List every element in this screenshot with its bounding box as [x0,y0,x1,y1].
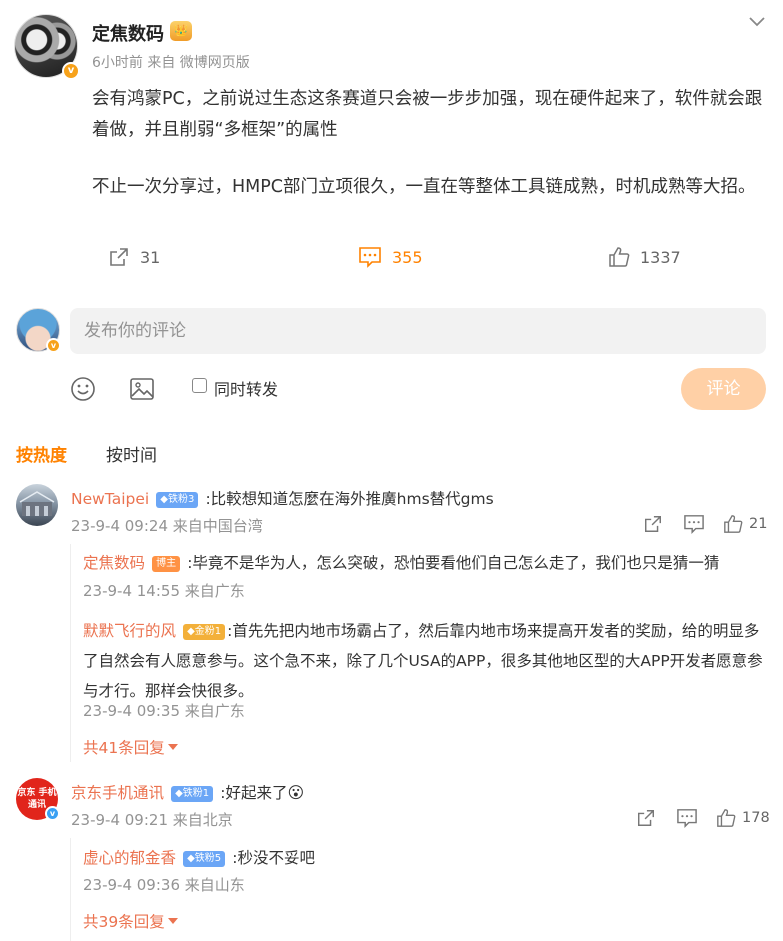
submit-comment-button[interactable]: 评论 [681,368,766,410]
repost-button[interactable]: 31 [108,246,160,268]
comment-button[interactable]: 355 [358,246,423,268]
tab-time[interactable]: 按时间 [106,441,157,466]
comment-input[interactable]: 发布你的评论 [70,308,766,354]
reply-author[interactable]: 虚心的郁金香 [83,849,176,867]
comment-icon[interactable] [683,514,705,534]
comment-text: :比較想知道怎麼在海外推廣hms替代gms [205,490,494,508]
like-button[interactable]: 1337 [608,246,681,268]
post-paragraph-2: 不止一次分享过，HMPC部门立项很久，一直在等整体工具链成熟，时机成熟等大招。 [92,177,756,197]
like-count: 21 [749,516,768,532]
repost-icon[interactable] [636,808,656,828]
more-replies-label: 共41条回复 [83,739,165,757]
comment-text: :好起来了 [220,784,288,802]
chevron-down-icon[interactable] [746,10,768,32]
reply-item: 定焦数码 博主 :毕竟不是华为人，怎么突破，恐怕要看他们自己怎么走了，我们也只是… [83,551,763,573]
fan-badge: ◆铁粉3 [156,492,199,508]
reply-text: :毕竟不是华为人，怎么突破，恐怕要看他们自己怎么走了，我们也只是猜一猜 [187,554,720,572]
comment-actions: 21 [643,514,767,534]
verified-badge-icon: v [45,806,60,821]
repost-icon [108,246,130,268]
comment-meta: 23-9-4 09:21 来自北京 [71,811,233,829]
caret-down-icon [167,743,178,751]
caret-down-icon [167,917,178,925]
repost-checkbox-label[interactable]: 同时转发 [214,376,278,400]
verified-badge-icon: v [46,338,61,353]
fan-badge: ◆铁粉5 [183,851,226,867]
like-icon[interactable] [723,514,743,534]
reply-meta: 23-9-4 14:55 来自广东 [83,582,245,600]
tab-hot[interactable]: 按热度 [16,441,67,466]
reply-text: :秒没不妥吧 [232,849,315,867]
verified-badge-icon: v [62,62,80,80]
author-badge: 博主 [152,556,181,572]
repost-icon[interactable] [643,514,663,534]
more-replies-link[interactable]: 共39条回复 [83,910,178,932]
more-replies-link[interactable]: 共41条回复 [83,736,178,758]
crown-icon: 👑 [170,21,192,41]
comment-meta: 23-9-4 09:24 来自中国台湾 [71,517,263,535]
comment-header: NewTaipei ◆铁粉3 :比較想知道怎麼在海外推廣hms替代gms [71,487,494,509]
post-meta: 6小时前 来自 微博网页版 [92,55,250,71]
comment-actions: 178 [636,808,770,828]
repost-count: 31 [140,247,161,267]
emoji: 😮 [287,783,305,802]
comment-icon[interactable] [676,808,698,828]
image-icon[interactable] [129,376,155,402]
reply-meta: 23-9-4 09:36 来自山东 [83,876,245,894]
reply-item: 默默飞行的风 ◆金粉1:首先先把内地市场霸占了，然后靠内地市场来提高开发者的奖励… [83,616,765,706]
reply-meta: 23-9-4 09:35 来自广东 [83,702,245,720]
commenter-name[interactable]: NewTaipei [71,490,149,508]
reply-item: 虚心的郁金香 ◆铁粉5 :秒没不妥吧 [83,846,315,868]
emoji-icon[interactable] [70,376,96,402]
more-replies-label: 共39条回复 [83,913,165,931]
reply-author[interactable]: 默默飞行的风 [83,622,176,640]
comment-header: 京东手机通讯 ◆铁粉1 :好起来了😮 [71,781,304,803]
post-paragraph-1: 会有鸿蒙PC，之前说过生态这条赛道只会被一步步加强，现在硬件起来了，软件就会跟着… [92,89,763,140]
comment-count: 355 [392,247,423,267]
like-count: 178 [742,810,770,826]
fan-badge: ◆金粉1 [183,624,226,640]
fan-badge: ◆铁粉1 [171,786,214,802]
commenter-name[interactable]: 京东手机通讯 [71,784,164,802]
like-icon[interactable] [716,808,736,828]
like-icon [608,246,630,268]
reply-author[interactable]: 定焦数码 [83,554,145,572]
commenter-avatar[interactable] [16,484,58,526]
author-name[interactable]: 定焦数码 [92,20,164,46]
repost-checkbox[interactable] [192,378,207,393]
like-count: 1337 [640,247,681,267]
comment-icon [358,246,382,268]
